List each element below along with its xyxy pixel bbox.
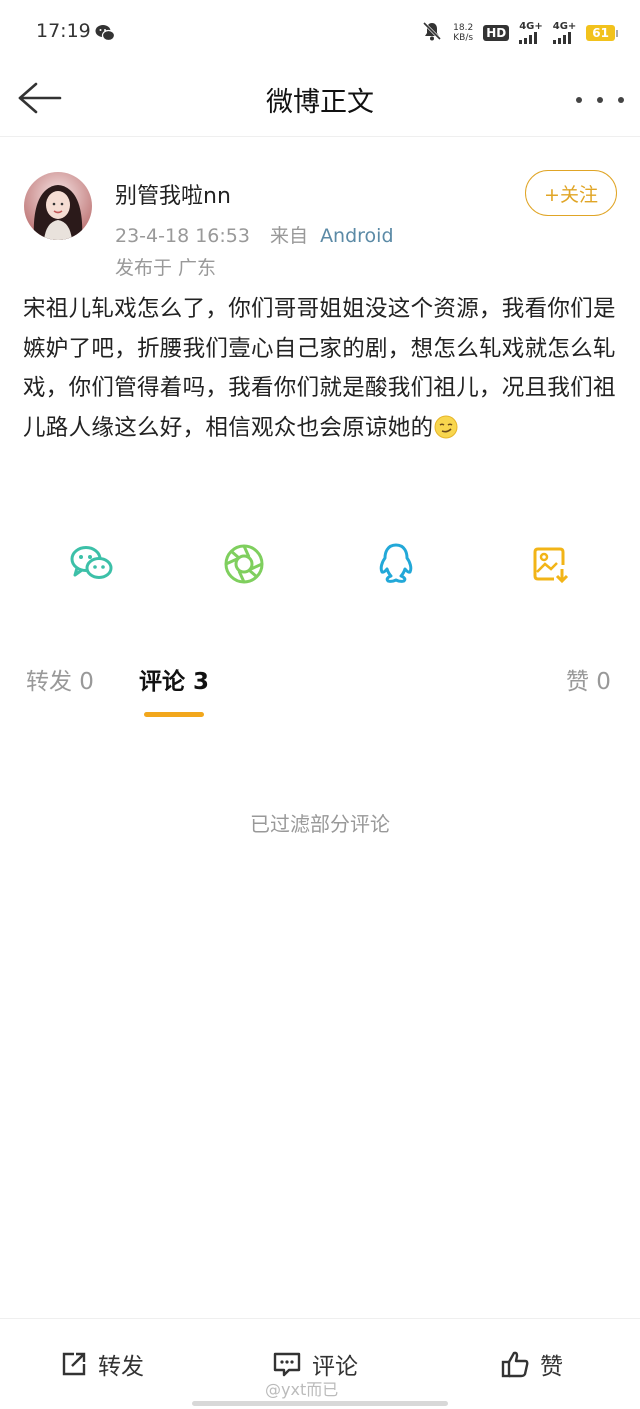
signal-2: 4G+ [552,21,577,44]
weibo-watermark: @yxt而已 [265,1380,339,1399]
post-source[interactable]: Android [320,225,393,247]
like-label: 赞 [540,1354,563,1380]
status-indicators: 18.2 KB/s HD 4G+ 4G+ 61 [421,20,618,46]
status-time: 17:19 [36,20,91,42]
filtered-comments-note: 已过滤部分评论 [250,812,390,836]
battery-level: 61 [586,25,615,41]
thumbs-up-icon [501,1351,529,1378]
signal-1-label: 4G+ [519,21,543,32]
mute-bell-icon [421,20,443,46]
net-speed: 18.2 KB/s [453,23,473,43]
wechat-icon [70,546,113,579]
signal-1: 4G+ [519,22,543,44]
page-title: 微博正文 [266,87,374,118]
tab-repost[interactable]: 转发 0 [26,662,94,696]
net-speed-unit: KB/s [453,33,474,43]
author-avatar[interactable] [24,172,92,240]
smirk-emoji-icon [434,413,458,453]
net-speed-value: 18.2 [453,23,474,33]
save-image-button[interactable] [526,540,574,588]
save-image-icon [533,547,569,584]
top-nav-bar: 微博正文 [0,64,640,137]
moments-icon [224,544,264,584]
repost-label: 转发 [98,1354,144,1380]
more-dot-icon [597,97,603,103]
source-prefix: 来自 [270,225,309,247]
post-location: 发布于 广东 [115,257,217,279]
qq-icon [379,543,413,583]
wechat-notification-icon [95,24,116,46]
more-dot-icon [618,97,624,103]
signal-bars-icon [552,32,571,44]
more-dot-icon [576,97,582,103]
follow-button[interactable]: +关注 [525,170,617,216]
post-text: 宋祖儿轧戏怎么了，你们哥哥姐姐没这个资源，我看你们是嫉妒了吧，折腰我们壹心自己家… [23,296,616,441]
interaction-tabs: 转发 0 评论 3 赞 0 [0,662,640,722]
active-tab-indicator [144,712,204,717]
share-wechat-button[interactable] [68,540,116,588]
share-qq-button[interactable] [372,540,420,588]
post-meta: 23-4-18 16:53 来自 Android [115,221,394,248]
status-bar: 17:19 18.2 KB/s HD 4G+ 4G+ 61 [0,0,640,64]
like-button[interactable]: 赞 [500,1347,563,1381]
hd-badge: HD [483,25,510,41]
signal-2-label: 4G+ [552,21,577,32]
signal-bars-icon [519,32,538,44]
repost-icon [62,1352,86,1376]
home-indicator[interactable] [192,1401,448,1406]
tab-comment[interactable]: 评论 3 [139,662,209,696]
post-date: 23-4-18 16:53 [115,225,250,247]
post-body: 宋祖儿轧戏怎么了，你们哥哥姐姐没这个资源，我看你们是嫉妒了吧，折腰我们壹心自己家… [23,290,623,452]
share-moments-button[interactable] [220,540,268,588]
repost-button[interactable]: 转发 [60,1347,144,1381]
tab-like[interactable]: 赞 0 [566,662,611,696]
battery-indicator: 61 [586,25,618,41]
more-options-button[interactable] [576,82,624,118]
author-name[interactable]: 别管我啦nn [115,178,231,210]
comment-icon [273,1352,301,1377]
share-row [0,540,640,590]
